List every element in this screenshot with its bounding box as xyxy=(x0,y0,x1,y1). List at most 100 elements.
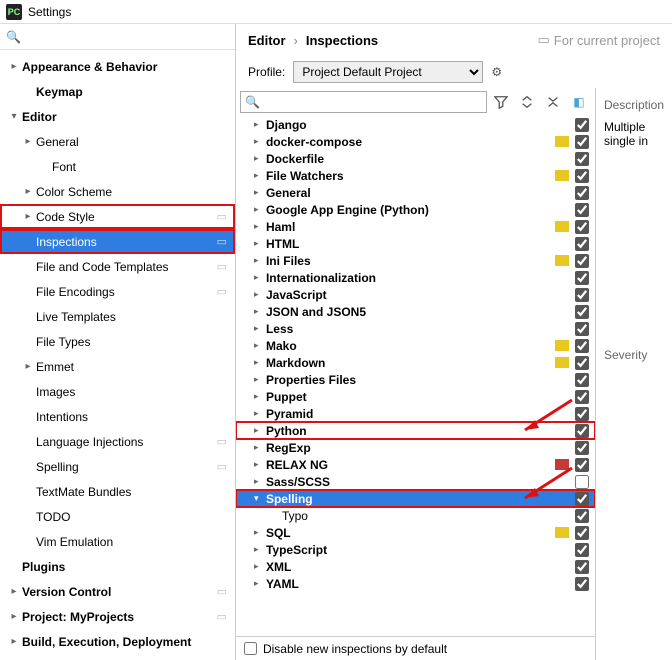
chevron-icon[interactable]: ▸ xyxy=(22,211,34,222)
chevron-icon[interactable]: ▸ xyxy=(22,411,34,422)
inspection-checkbox[interactable] xyxy=(575,339,589,353)
chevron-icon[interactable]: ▸ xyxy=(22,486,34,497)
inspection-checkbox[interactable] xyxy=(575,526,589,540)
inspection-row[interactable]: ▸Ini Files xyxy=(236,252,595,269)
inspection-row[interactable]: ▸Mako xyxy=(236,337,595,354)
tree-item[interactable]: ▸TODO xyxy=(0,504,235,529)
inspection-row[interactable]: ▸TypeScript xyxy=(236,541,595,558)
inspection-checkbox[interactable] xyxy=(575,509,589,523)
inspection-checkbox[interactable] xyxy=(575,220,589,234)
tree-item[interactable]: ▸Language Injections▭ xyxy=(0,429,235,454)
chevron-icon[interactable]: ▸ xyxy=(254,187,264,198)
inspection-checkbox[interactable] xyxy=(575,186,589,200)
chevron-icon[interactable]: ▸ xyxy=(254,272,264,283)
chevron-icon[interactable]: ▸ xyxy=(22,386,34,397)
tree-item[interactable]: ▸Live Templates xyxy=(0,304,235,329)
chevron-icon[interactable]: ▸ xyxy=(22,336,34,347)
expand-all-icon[interactable] xyxy=(515,91,539,113)
chevron-icon[interactable]: ▸ xyxy=(254,119,264,130)
tree-item[interactable]: ▸Appearance & Behavior xyxy=(0,54,235,79)
chevron-icon[interactable]: ▸ xyxy=(254,578,264,589)
inspection-checkbox[interactable] xyxy=(575,458,589,472)
chevron-icon[interactable]: ▸ xyxy=(22,186,34,197)
tree-item[interactable]: ▸TextMate Bundles xyxy=(0,479,235,504)
inspection-checkbox[interactable] xyxy=(575,424,589,438)
inspection-row[interactable]: ▸General xyxy=(236,184,595,201)
tree-item[interactable]: ▸Color Scheme xyxy=(0,179,235,204)
tree-item[interactable]: ▸Inspections▭ xyxy=(0,229,235,254)
inspection-row[interactable]: ▸Dockerfile xyxy=(236,150,595,167)
chevron-icon[interactable]: ▸ xyxy=(254,561,264,572)
chevron-icon[interactable]: ▸ xyxy=(254,459,264,470)
inspection-checkbox[interactable] xyxy=(575,492,589,506)
chevron-icon[interactable]: ▸ xyxy=(254,153,264,164)
tree-item[interactable]: ▸Vim Emulation xyxy=(0,529,235,554)
inspection-checkbox[interactable] xyxy=(575,373,589,387)
tree-item[interactable]: ▸Version Control▭ xyxy=(0,579,235,604)
inspection-row[interactable]: ▸RegExp xyxy=(236,439,595,456)
chevron-icon[interactable]: ▸ xyxy=(8,586,20,597)
disable-new-label[interactable]: Disable new inspections by default xyxy=(263,642,447,656)
inspection-checkbox[interactable] xyxy=(575,543,589,557)
chevron-icon[interactable]: ▸ xyxy=(254,221,264,232)
chevron-icon[interactable]: ▸ xyxy=(22,286,34,297)
disable-new-checkbox[interactable] xyxy=(244,642,257,655)
chevron-icon[interactable]: ▸ xyxy=(22,86,34,97)
filter-icon[interactable] xyxy=(489,91,513,113)
inspection-checkbox[interactable] xyxy=(575,441,589,455)
inspection-checkbox[interactable] xyxy=(575,135,589,149)
chevron-icon[interactable]: ▸ xyxy=(22,236,34,247)
chevron-icon[interactable]: ▸ xyxy=(254,238,264,249)
chevron-icon[interactable]: ▸ xyxy=(254,306,264,317)
tree-item[interactable]: ▸Code Style▭ xyxy=(0,204,235,229)
chevron-icon[interactable]: ▸ xyxy=(22,361,34,372)
tree-item[interactable]: ▸Intentions xyxy=(0,404,235,429)
inspection-checkbox[interactable] xyxy=(575,560,589,574)
inspection-row[interactable]: ▸SQL xyxy=(236,524,595,541)
inspection-checkbox[interactable] xyxy=(575,322,589,336)
inspection-row[interactable]: ▸docker-compose xyxy=(236,133,595,150)
inspection-row[interactable]: ▸File Watchers xyxy=(236,167,595,184)
chevron-icon[interactable]: ▸ xyxy=(22,511,34,522)
tree-item[interactable]: ▸File and Code Templates▭ xyxy=(0,254,235,279)
inspection-row[interactable]: ▸JavaScript xyxy=(236,286,595,303)
tree-item[interactable]: ▸Emmet xyxy=(0,354,235,379)
chevron-icon[interactable]: ▸ xyxy=(254,136,264,147)
inspection-row[interactable]: ▸Less xyxy=(236,320,595,337)
inspection-checkbox[interactable] xyxy=(575,203,589,217)
chevron-icon[interactable]: ▸ xyxy=(22,436,34,447)
eraser-icon[interactable]: ◧ xyxy=(567,91,591,113)
tree-item[interactable]: ▸Font xyxy=(0,154,235,179)
settings-search-input[interactable] xyxy=(25,30,229,44)
chevron-icon[interactable]: ▸ xyxy=(8,61,20,72)
inspection-checkbox[interactable] xyxy=(575,577,589,591)
chevron-icon[interactable]: ▸ xyxy=(38,161,50,172)
tree-item[interactable]: ▸File Types xyxy=(0,329,235,354)
chevron-icon[interactable]: ▸ xyxy=(254,476,264,487)
chevron-icon[interactable]: ▸ xyxy=(254,425,264,436)
inspection-checkbox[interactable] xyxy=(575,407,589,421)
chevron-icon[interactable]: ▸ xyxy=(254,323,264,334)
chevron-icon[interactable]: ▸ xyxy=(254,391,264,402)
tree-item[interactable]: ▸File Encodings▭ xyxy=(0,279,235,304)
crumb-editor[interactable]: Editor xyxy=(248,33,286,48)
chevron-icon[interactable]: ▸ xyxy=(254,374,264,385)
chevron-icon[interactable]: ▸ xyxy=(22,536,34,547)
tree-item[interactable]: ▸Build, Execution, Deployment xyxy=(0,629,235,654)
inspections-list[interactable]: ▸Django▸docker-compose▸Dockerfile▸File W… xyxy=(236,116,595,636)
tree-item[interactable]: ▸Plugins xyxy=(0,554,235,579)
inspection-row[interactable]: ▸Markdown xyxy=(236,354,595,371)
inspection-checkbox[interactable] xyxy=(575,271,589,285)
profile-select[interactable]: Project Default Project xyxy=(293,61,483,83)
inspection-checkbox[interactable] xyxy=(575,254,589,268)
inspection-checkbox[interactable] xyxy=(575,169,589,183)
gear-icon[interactable]: ⚙ xyxy=(491,65,502,79)
inspection-row[interactable]: ▸JSON and JSON5 xyxy=(236,303,595,320)
chevron-icon[interactable]: ▸ xyxy=(8,611,20,622)
chevron-icon[interactable]: ▸ xyxy=(22,261,34,272)
chevron-icon[interactable]: ▸ xyxy=(22,461,34,472)
tree-item[interactable]: ▸Keymap xyxy=(0,79,235,104)
inspection-checkbox[interactable] xyxy=(575,152,589,166)
chevron-icon[interactable]: ▸ xyxy=(254,289,264,300)
tree-item[interactable]: ▸Spelling▭ xyxy=(0,454,235,479)
